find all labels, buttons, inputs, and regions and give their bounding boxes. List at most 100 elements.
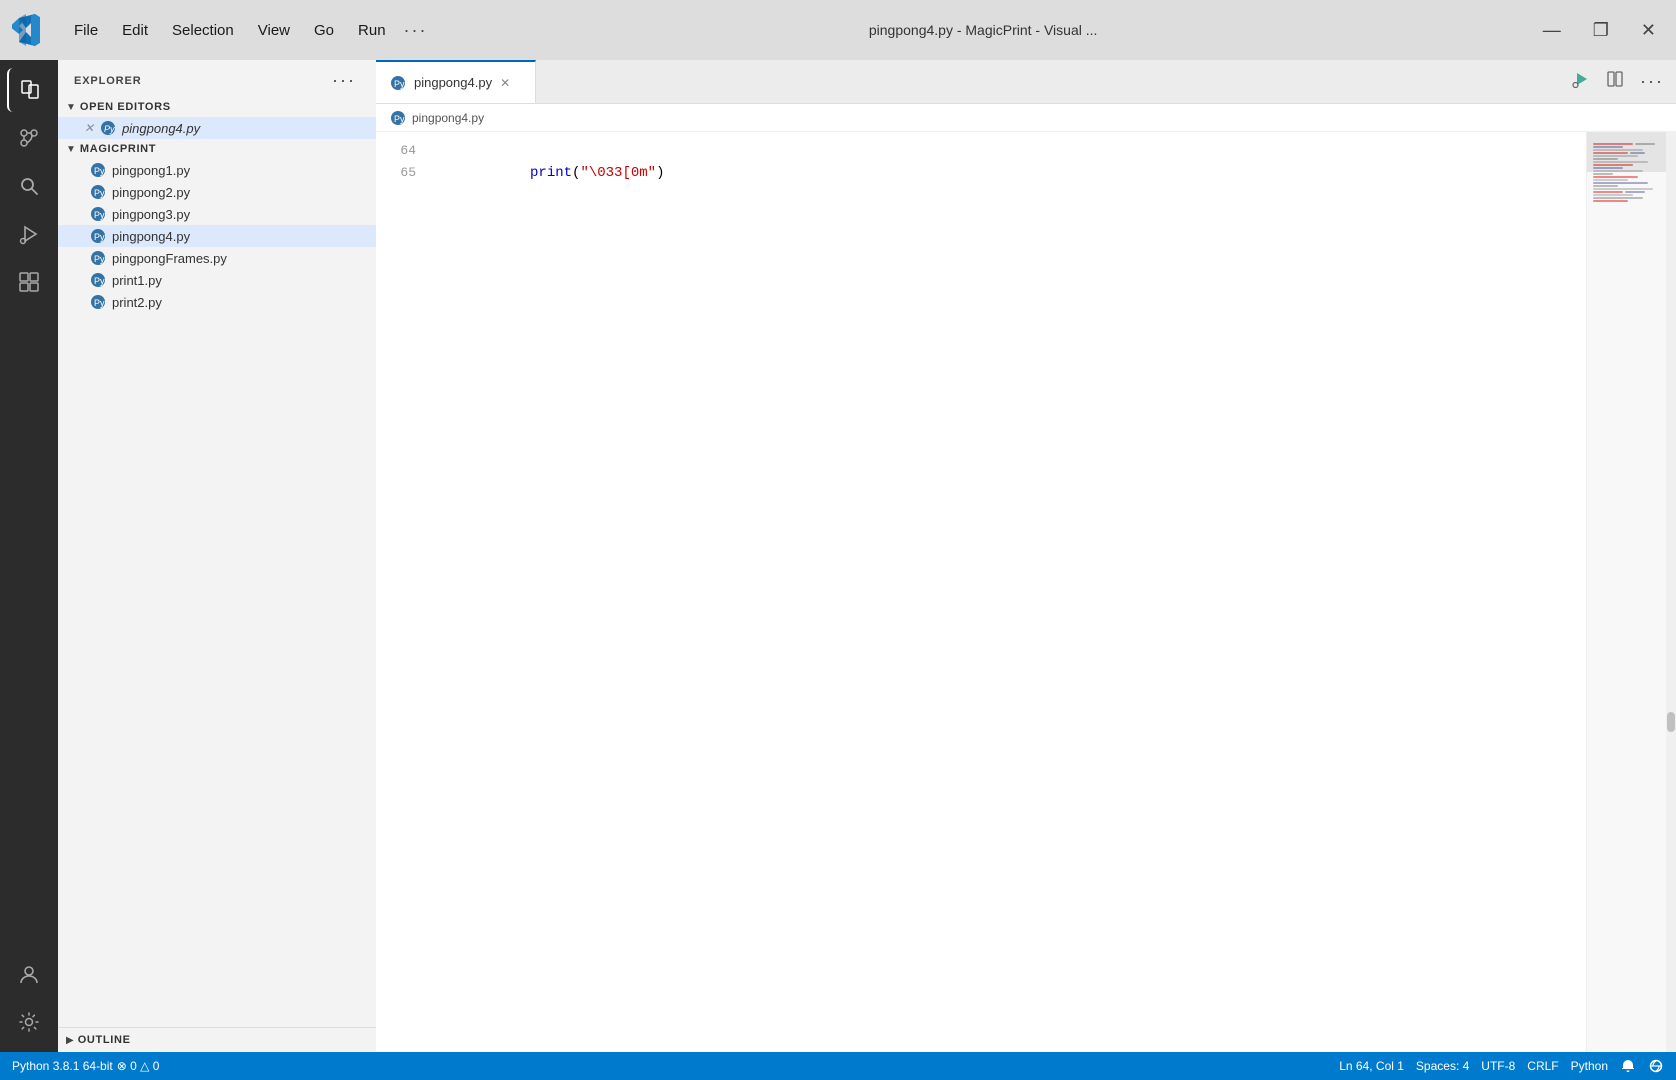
explorer-activity-icon[interactable] — [7, 68, 51, 112]
tab-bar: Py pingpong4.py ✕ — [376, 60, 1676, 104]
minimize-button[interactable]: — — [1535, 16, 1569, 45]
magicprint-section: ▼ MAGICPRINT Py pingpong1.py Py pingpong… — [58, 139, 376, 313]
close-button[interactable]: ✕ — [1633, 16, 1664, 45]
code-line-65 — [446, 206, 1586, 228]
code-content[interactable]: print("\033[0m") — [426, 132, 1586, 1052]
minimap-viewport — [1587, 132, 1666, 172]
status-right: Ln 64, Col 1 Spaces: 4 UTF-8 CRLF Python — [1339, 1058, 1664, 1074]
editor-area: Py pingpong4.py ✕ — [376, 60, 1676, 1052]
code-editor[interactable]: 64 65 print("\033[0m") — [376, 132, 1676, 1052]
open-editor-item-pingpong4[interactable]: ✕ Py pingpong4.py — [58, 117, 376, 139]
svg-text:Py: Py — [94, 188, 105, 198]
filename-pingpong1: pingpong1.py — [112, 163, 190, 178]
outline-header[interactable]: ▶ OUTLINE — [58, 1028, 376, 1052]
svg-text:Py: Py — [394, 114, 405, 124]
sidebar-more-icon[interactable]: ··· — [328, 70, 360, 91]
open-editors-header[interactable]: ▼ OPEN EDITORS — [58, 97, 376, 117]
accounts-activity-icon[interactable] — [7, 952, 51, 996]
magicprint-label: MAGICPRINT — [80, 143, 156, 155]
filename-print1: print1.py — [112, 273, 162, 288]
menu-bar: File Edit Selection View Go Run ··· — [64, 18, 432, 43]
status-cursor-position[interactable]: Ln 64, Col 1 — [1339, 1059, 1404, 1073]
sidebar: EXPLORER ··· ▼ OPEN EDITORS ✕ Py pingpon… — [58, 60, 376, 1052]
python-icon-4: Py — [90, 228, 106, 244]
extensions-activity-icon[interactable] — [7, 260, 51, 304]
tab-pingpong4[interactable]: Py pingpong4.py ✕ — [376, 60, 536, 103]
status-errors-warnings[interactable]: ⊗ 0 △ 0 — [117, 1059, 160, 1073]
file-item-pingpong4[interactable]: Py pingpong4.py — [58, 225, 376, 247]
close-editor-icon[interactable]: ✕ — [84, 121, 94, 135]
line-number-64: 64 — [376, 140, 416, 162]
tab-close-icon[interactable]: ✕ — [500, 76, 510, 90]
main-layout: EXPLORER ··· ▼ OPEN EDITORS ✕ Py pingpon… — [0, 60, 1676, 1052]
split-editor-icon[interactable] — [1602, 68, 1628, 95]
python-icon-5: Py — [90, 250, 106, 266]
minimap-content — [1587, 132, 1666, 211]
scrollbar-thumb — [1667, 712, 1675, 732]
run-file-icon[interactable] — [1568, 68, 1594, 95]
line-numbers: 64 65 — [376, 132, 426, 1052]
file-item-pingpong3[interactable]: Py pingpong3.py — [58, 203, 376, 225]
filename-pingpong4: pingpong4.py — [112, 229, 190, 244]
status-remote-icon[interactable] — [1648, 1058, 1664, 1074]
keyword-print: print — [530, 165, 572, 181]
window-title: pingpong4.py - MagicPrint - Visual ... — [452, 22, 1515, 38]
status-bar: Python 3.8.1 64-bit ⊗ 0 △ 0 Ln 64, Col 1… — [0, 1052, 1676, 1080]
vscode-logo-icon — [12, 14, 44, 46]
svg-text:Py: Py — [104, 124, 115, 134]
filename-pingpong3: pingpong3.py — [112, 207, 190, 222]
menu-go[interactable]: Go — [304, 18, 344, 43]
svg-text:Py: Py — [94, 232, 105, 242]
file-item-pingpongframes[interactable]: Py pingpongFrames.py — [58, 247, 376, 269]
status-line-ending[interactable]: CRLF — [1527, 1059, 1558, 1073]
file-item-print2[interactable]: Py print2.py — [58, 291, 376, 313]
window-controls: — ❐ ✕ — [1535, 16, 1664, 45]
menu-file[interactable]: File — [64, 18, 108, 43]
outline-label: OUTLINE — [78, 1034, 131, 1046]
maximize-button[interactable]: ❐ — [1585, 16, 1617, 45]
outline-arrow-icon: ▶ — [66, 1035, 74, 1046]
menu-selection[interactable]: Selection — [162, 18, 244, 43]
status-encoding[interactable]: UTF-8 — [1481, 1059, 1515, 1073]
editor-scrollbar[interactable] — [1666, 132, 1676, 1052]
line-number-65: 65 — [376, 162, 416, 184]
file-item-pingpong2[interactable]: Py pingpong2.py — [58, 181, 376, 203]
settings-activity-icon[interactable] — [7, 1000, 51, 1044]
menu-view[interactable]: View — [248, 18, 300, 43]
outline-section: ▶ OUTLINE — [58, 1027, 376, 1052]
editor-more-actions-icon[interactable]: ··· — [1636, 71, 1668, 92]
status-spaces[interactable]: Spaces: 4 — [1416, 1059, 1469, 1073]
file-item-print1[interactable]: Py print1.py — [58, 269, 376, 291]
menu-more[interactable]: ··· — [400, 20, 432, 41]
run-debug-activity-icon[interactable] — [7, 212, 51, 256]
svg-text:Py: Py — [94, 298, 105, 308]
search-activity-icon[interactable] — [7, 164, 51, 208]
tab-spacer — [536, 60, 1560, 103]
source-control-activity-icon[interactable] — [7, 116, 51, 160]
title-bar: File Edit Selection View Go Run ··· ping… — [0, 0, 1676, 60]
filename-pingpong2: pingpong2.py — [112, 185, 190, 200]
paren-close: ) — [656, 165, 664, 181]
sidebar-header: EXPLORER ··· — [58, 60, 376, 97]
status-left: Python 3.8.1 64-bit ⊗ 0 △ 0 — [12, 1059, 159, 1073]
open-editors-arrow-icon: ▼ — [66, 102, 76, 113]
python-icon-6: Py — [90, 272, 106, 288]
tab-filename: pingpong4.py — [414, 75, 492, 90]
magicprint-header[interactable]: ▼ MAGICPRINT — [58, 139, 376, 159]
svg-text:Py: Py — [94, 210, 105, 220]
file-item-pingpong1[interactable]: Py pingpong1.py — [58, 159, 376, 181]
code-line-64: print("\033[0m") — [446, 140, 1586, 206]
open-editor-filename: pingpong4.py — [122, 121, 200, 136]
status-python-version[interactable]: Python 3.8.1 64-bit — [12, 1059, 113, 1073]
status-language[interactable]: Python — [1571, 1059, 1608, 1073]
filename-pingpongframes: pingpongFrames.py — [112, 251, 227, 266]
minimap — [1586, 132, 1666, 1052]
breadcrumb: Py pingpong4.py — [376, 104, 1676, 132]
menu-run[interactable]: Run — [348, 18, 396, 43]
sidebar-title: EXPLORER — [74, 75, 142, 87]
status-notifications-icon[interactable] — [1620, 1058, 1636, 1074]
menu-edit[interactable]: Edit — [112, 18, 158, 43]
svg-text:Py: Py — [94, 254, 105, 264]
activity-bar — [0, 60, 58, 1052]
python-icon-3: Py — [90, 206, 106, 222]
